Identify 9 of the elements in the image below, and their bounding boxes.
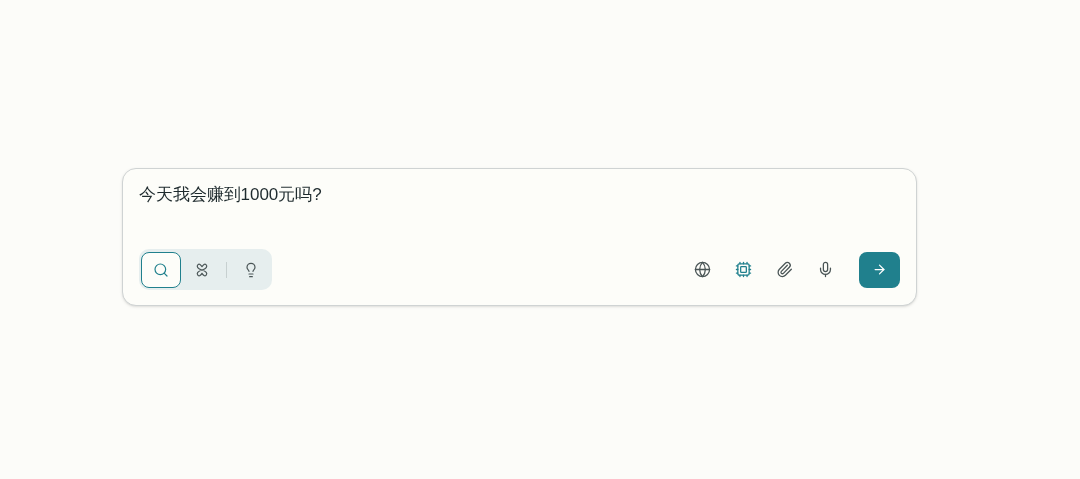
search-icon (152, 261, 169, 278)
globe-icon (694, 261, 711, 278)
arrow-right-icon (871, 262, 887, 277)
chip-icon (735, 261, 752, 278)
microphone-icon (817, 261, 834, 278)
send-button[interactable] (858, 251, 900, 288)
query-text[interactable]: 今天我会赚到1000元吗? (138, 183, 900, 249)
paperclip-icon (776, 261, 793, 278)
search-mode-button[interactable] (140, 251, 181, 288)
